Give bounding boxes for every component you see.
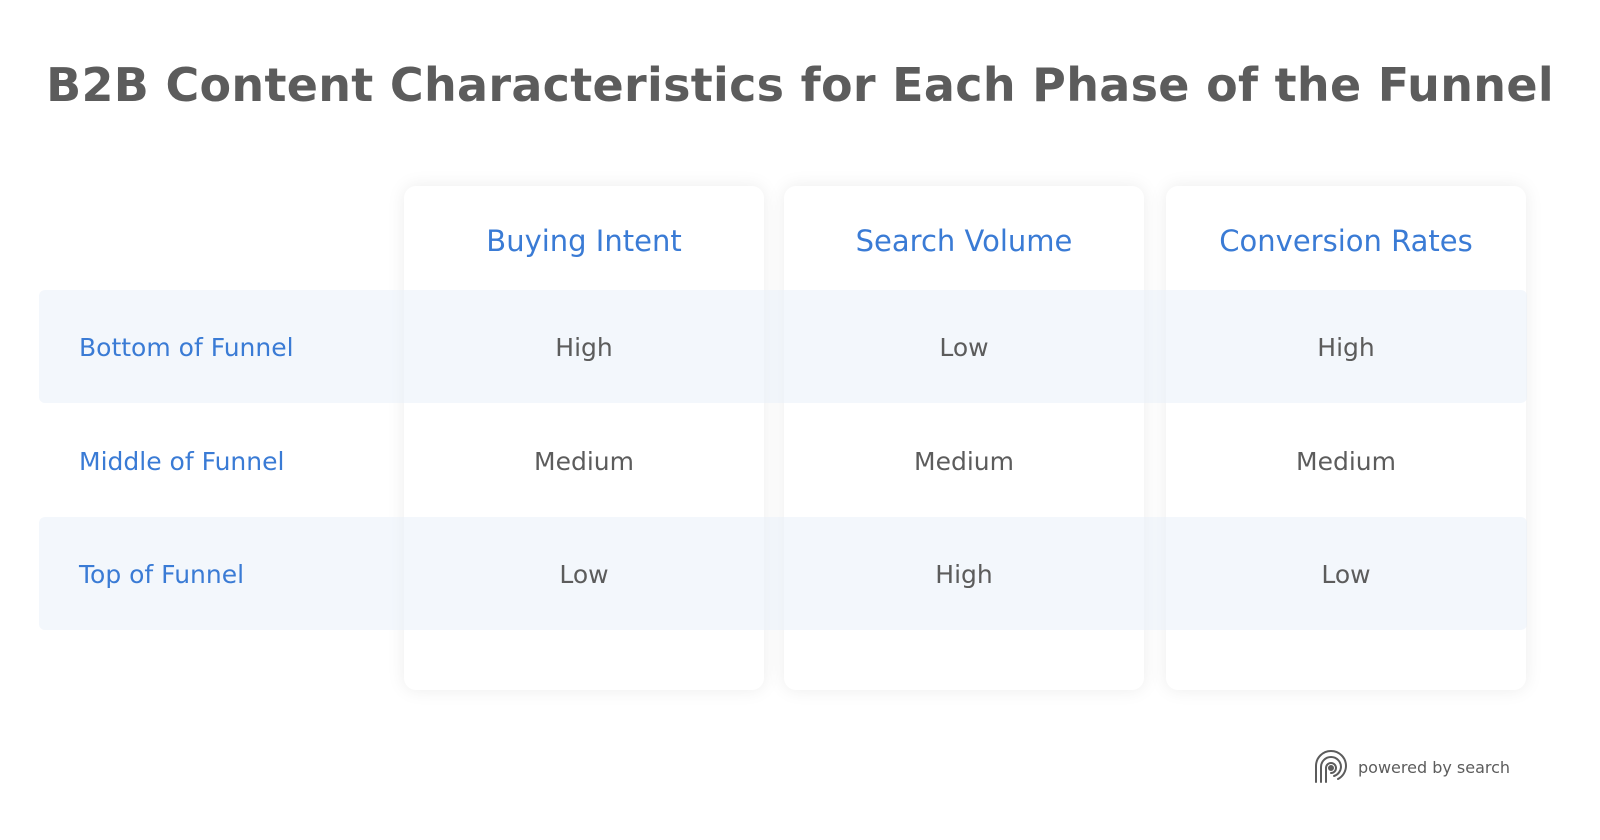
column-header: Search Volume — [855, 224, 1073, 258]
table-cell: Low — [939, 333, 989, 362]
brand-name: powered by search — [1358, 757, 1511, 777]
row-label: Top of Funnel — [79, 560, 245, 589]
table-cell: Low — [559, 560, 609, 589]
table-cell: Medium — [534, 447, 634, 476]
table-cell: High — [555, 333, 613, 362]
table-cell: Low — [1321, 560, 1371, 589]
fingerprint-p-icon — [1312, 748, 1350, 786]
table-cell: High — [1317, 333, 1375, 362]
brand-logo: powered by search — [1312, 748, 1510, 786]
table-cell: High — [935, 560, 993, 589]
column-header: Conversion Rates — [1219, 224, 1473, 258]
column-header: Buying Intent — [486, 224, 682, 258]
row-label: Middle of Funnel — [79, 447, 285, 476]
table-cell: Medium — [1296, 447, 1396, 476]
table-cell: Medium — [914, 447, 1014, 476]
row-label: Bottom of Funnel — [79, 333, 294, 362]
page-title: B2B Content Characteristics for Each Pha… — [46, 58, 1554, 112]
